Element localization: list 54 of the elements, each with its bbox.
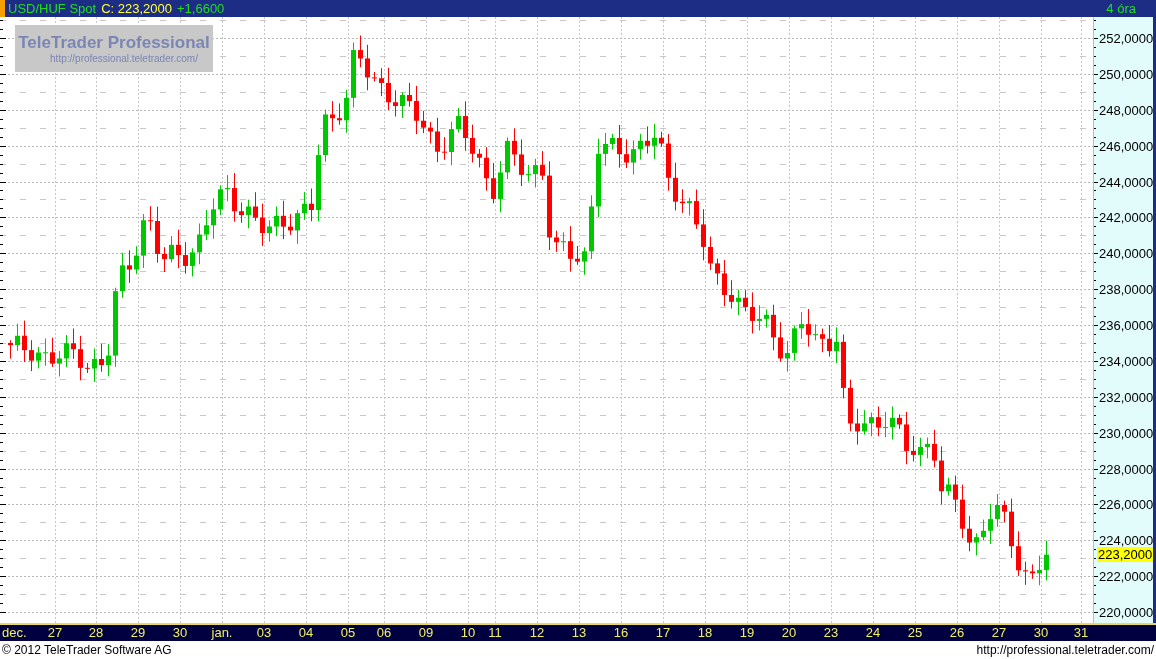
- price-label: 234,0000: [1099, 353, 1154, 369]
- price-label: 238,0000: [1099, 282, 1154, 298]
- price-label: 240,0000: [1099, 246, 1154, 262]
- logo-title: TeleTrader Professional: [18, 33, 210, 53]
- date-label: 12: [529, 625, 545, 640]
- date-label: 06: [376, 625, 392, 640]
- date-label: 16: [613, 625, 629, 640]
- price-label: 242,0000: [1099, 210, 1154, 226]
- price-label: 250,0000: [1099, 66, 1154, 82]
- date-label: 28: [88, 625, 104, 640]
- price-label: 220,0000: [1099, 605, 1154, 621]
- date-label: 03: [256, 625, 272, 640]
- date-label: 19: [739, 625, 755, 640]
- date-label: 24: [865, 625, 881, 640]
- date-label: 29: [130, 625, 146, 640]
- date-label: dec.: [2, 625, 27, 640]
- date-label: 31: [1073, 625, 1089, 640]
- date-label: 10: [460, 625, 476, 640]
- price-label: 224,0000: [1099, 533, 1154, 549]
- date-label: 09: [418, 625, 434, 640]
- instrument-title: USD/HUF Spot: [8, 1, 97, 16]
- date-label: 04: [298, 625, 314, 640]
- date-label: 18: [697, 625, 713, 640]
- date-label: 27: [47, 625, 63, 640]
- date-label: 11: [488, 625, 502, 640]
- date-label: 27: [991, 625, 1007, 640]
- logo-url: http://professional.teletrader.com/: [50, 53, 198, 64]
- price-change: +1,6600: [177, 1, 225, 16]
- price-label: 226,0000: [1099, 497, 1154, 513]
- date-label: 05: [340, 625, 356, 640]
- date-label: 13: [571, 625, 587, 640]
- price-label: 244,0000: [1099, 174, 1154, 190]
- current-price-label: 223,2000: [1097, 546, 1154, 562]
- date-label: jan.: [211, 625, 233, 640]
- date-label: 26: [949, 625, 965, 640]
- price-label: 222,0000: [1099, 569, 1154, 585]
- website-url: http://professional.teletrader.com/: [976, 643, 1154, 657]
- price-label: 236,0000: [1099, 318, 1154, 334]
- date-label: 17: [655, 625, 671, 640]
- price-label: 232,0000: [1099, 389, 1154, 405]
- close-price: C: 223,2000: [101, 1, 172, 16]
- date-label: 23: [823, 625, 839, 640]
- copyright-text: © 2012 TeleTrader Software AG: [2, 643, 172, 657]
- price-label: 230,0000: [1099, 425, 1154, 441]
- instrument-marker: [0, 0, 5, 17]
- date-label: 30: [172, 625, 188, 640]
- date-label: 30: [1033, 625, 1049, 640]
- interval-label: 4 óra: [1106, 1, 1136, 16]
- date-label: 25: [907, 625, 923, 640]
- date-label: 20: [781, 625, 797, 640]
- price-label: 228,0000: [1099, 461, 1154, 477]
- price-label: 246,0000: [1099, 138, 1154, 154]
- price-label: 248,0000: [1099, 102, 1154, 118]
- price-label: 252,0000: [1099, 31, 1154, 46]
